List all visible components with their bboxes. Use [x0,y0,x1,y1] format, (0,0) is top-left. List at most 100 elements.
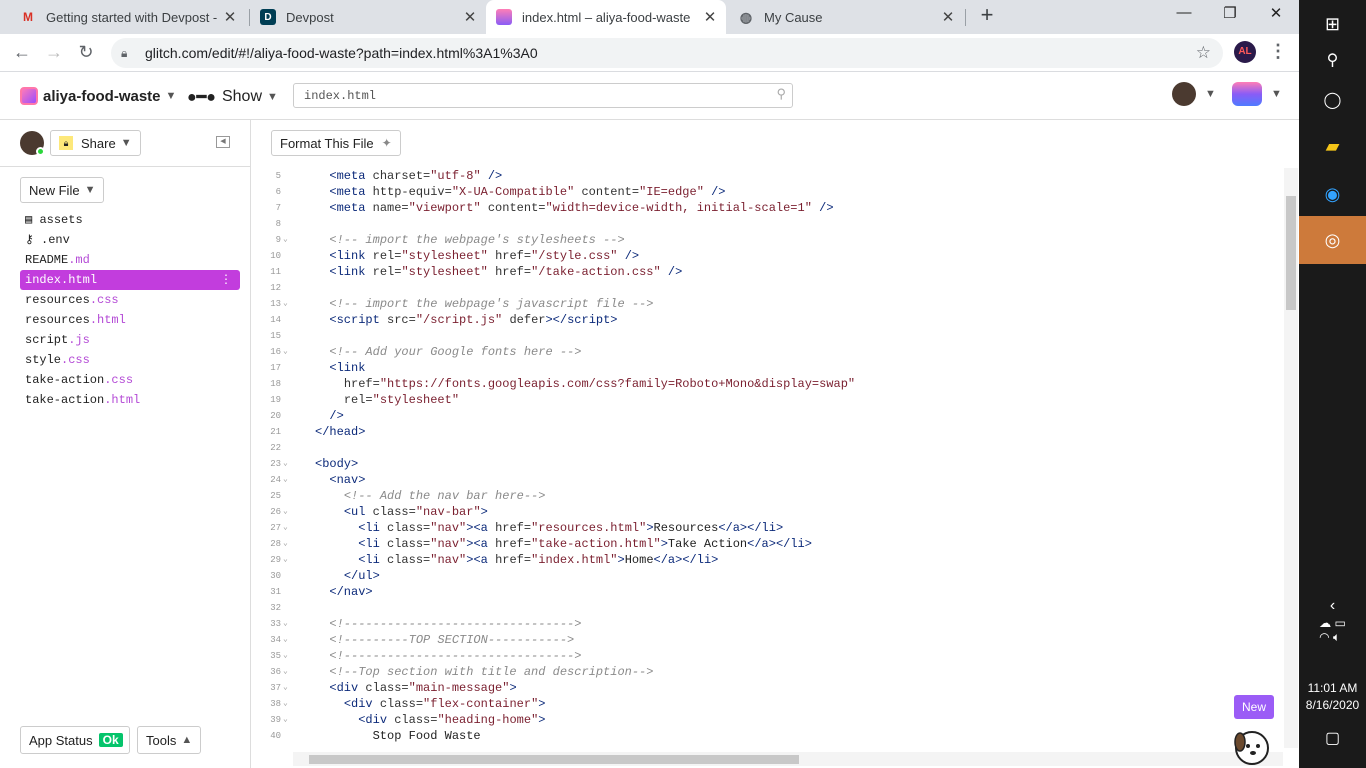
file-item-env[interactable]: ⚷ .env [20,230,240,250]
glitch-mascot-icon[interactable] [1228,722,1276,768]
browser-menu-icon[interactable]: ⋮ [1268,41,1288,62]
fold-toggle-icon[interactable]: ⌄ [283,344,288,360]
scroll-thumb[interactable] [1286,196,1296,310]
bookmark-star-icon[interactable]: ☆ [1196,43,1211,63]
scroll-thumb[interactable] [309,755,799,764]
fold-toggle-icon[interactable]: ⌄ [283,712,288,728]
code-line[interactable]: 20 /> [251,408,1281,424]
close-window-button[interactable]: ✕ [1256,4,1296,26]
code-line[interactable]: 16 ⌄ <!-- Add your Google fonts here --> [251,344,1281,360]
cortana-icon[interactable]: ◯ [1299,76,1366,124]
show-button[interactable]: ●━● Show ▼ [187,87,278,107]
horizontal-scrollbar[interactable] [293,752,1283,766]
fold-toggle-icon[interactable]: ⌄ [283,632,288,648]
code-line[interactable]: 34 ⌄ <!---------TOP SECTION-----------> [251,632,1281,648]
code-line[interactable]: 21 </head> [251,424,1281,440]
code-area[interactable]: 5 <meta charset="utf-8" /> 6 <meta http-e… [251,168,1281,752]
new-badge[interactable]: New [1234,695,1275,719]
fold-toggle-icon[interactable]: ⌄ [283,552,288,568]
code-line[interactable]: 6 <meta http-equiv="X-UA-Compatible" con… [251,184,1281,200]
code-line[interactable]: 32 [251,600,1281,616]
profile-avatar[interactable]: AL [1234,41,1256,63]
tab-glitch-editor[interactable]: index.html – aliya-food-waste ✕ [486,0,726,34]
fold-toggle-icon[interactable]: ⌄ [283,504,288,520]
code-line[interactable]: 19 rel="stylesheet" [251,392,1281,408]
collaborator-avatar[interactable] [20,131,45,156]
file-item-assets[interactable]: ▤ assets [20,210,240,230]
code-line[interactable]: 17 <link [251,360,1281,376]
forward-button[interactable]: → [42,42,66,64]
code-line[interactable]: 24 ⌄ <nav> [251,472,1281,488]
code-line[interactable]: 10 <link rel="stylesheet" href="/style.c… [251,248,1281,264]
code-line[interactable]: 18 href="https://fonts.googleapis.com/cs… [251,376,1281,392]
project-menu[interactable]: aliya-food-waste ▼ [20,87,176,105]
minimize-button[interactable]: — [1164,4,1204,26]
notification-icon[interactable]: ▢ [1299,714,1366,762]
back-button[interactable]: ← [10,42,34,64]
collapse-sidebar-icon[interactable]: ◀ [216,136,230,148]
code-line[interactable]: 14 <script src="/script.js" defer></scri… [251,312,1281,328]
code-line[interactable]: 15 [251,328,1281,344]
tab-devpost[interactable]: D Devpost ✕ [250,0,486,34]
file-item-readme[interactable]: README.md [20,250,240,270]
share-button[interactable]: 🔒︎ Share ▼ [50,130,141,156]
code-line[interactable]: 28 ⌄ <li class="nav"><a href="take-action… [251,536,1281,552]
code-line[interactable]: 35 ⌄ <!--------------------------------> [251,648,1281,664]
new-file-button[interactable]: New File ▼ [20,177,105,203]
address-bar[interactable]: 🔒︎ glitch.com/edit/#!/aliya-food-waste?p… [111,38,1223,68]
code-line[interactable]: 5 <meta charset="utf-8" /> [251,168,1281,184]
code-line[interactable]: 39 ⌄ <div class="heading-home"> [251,712,1281,728]
fold-toggle-icon[interactable]: ⌄ [283,664,288,680]
app-status-button[interactable]: App Status Ok [20,726,130,754]
new-tab-button[interactable]: + [976,4,998,27]
close-tab-icon[interactable]: ✕ [460,8,480,26]
code-line[interactable]: 11 <link rel="stylesheet" href="/take-ac… [251,264,1281,280]
tools-button[interactable]: Tools ▲ [137,726,202,754]
code-line[interactable]: 29 ⌄ <li class="nav"><a href="index.html"… [251,552,1281,568]
edge-icon[interactable]: ◉ [1299,170,1366,218]
file-item-style-css[interactable]: style.css [20,350,240,370]
code-line[interactable]: 36 ⌄ <!--Top section with title and descr… [251,664,1281,680]
code-line[interactable]: 33 ⌄ <!--------------------------------> [251,616,1281,632]
code-line[interactable]: 25 <!-- Add the nav bar here--> [251,488,1281,504]
code-line[interactable]: 38 ⌄ <div class="flex-container"> [251,696,1281,712]
file-item-take-action-html[interactable]: take-action.html [20,390,240,410]
code-line[interactable]: 8 [251,216,1281,232]
code-line[interactable]: 27 ⌄ <li class="nav"><a href="resources.h… [251,520,1281,536]
code-line[interactable]: 30 </ul> [251,568,1281,584]
chevron-down-icon[interactable]: ▼ [1271,88,1282,100]
close-tab-icon[interactable]: ✕ [700,8,720,26]
file-item-take-action-css[interactable]: take-action.css [20,370,240,390]
glitch-logo-menu[interactable] [1232,82,1262,106]
user-avatar[interactable] [1172,82,1196,106]
chevron-down-icon[interactable]: ▼ [1205,88,1216,100]
fold-toggle-icon[interactable]: ⌄ [283,472,288,488]
code-line[interactable]: 9 ⌄ <!-- import the webpage's stylesheets… [251,232,1281,248]
fold-toggle-icon[interactable]: ⌄ [283,456,288,472]
tab-gmail[interactable]: M Getting started with Devpost - pu ✕ [10,0,246,34]
fold-toggle-icon[interactable]: ⌄ [283,696,288,712]
file-explorer-icon[interactable]: ▰ [1299,122,1366,170]
file-options-icon[interactable]: ⋮ [220,270,232,290]
close-tab-icon[interactable]: ✕ [938,8,958,26]
file-item-script-js[interactable]: script.js [20,330,240,350]
code-line[interactable]: 26 ⌄ <ul class="nav-bar"> [251,504,1281,520]
file-item-index-html[interactable]: index.html ⋮ [20,270,240,290]
code-line[interactable]: 13 ⌄ <!-- import the webpage's javascript… [251,296,1281,312]
file-search-input[interactable]: index.html ⚲ [293,83,793,108]
fold-toggle-icon[interactable]: ⌄ [283,296,288,312]
code-line[interactable]: 12 [251,280,1281,296]
fold-toggle-icon[interactable]: ⌄ [283,616,288,632]
file-item-resources-css[interactable]: resources.css [20,290,240,310]
fold-toggle-icon[interactable]: ⌄ [283,680,288,696]
clock[interactable]: 11:01 AM 8/16/2020 [1299,680,1366,714]
code-line[interactable]: 40 Stop Food Waste [251,728,1281,744]
file-item-resources-html[interactable]: resources.html [20,310,240,330]
vertical-scrollbar[interactable] [1284,168,1298,748]
chrome-icon[interactable]: ◎ [1299,216,1366,264]
fold-toggle-icon[interactable]: ⌄ [283,648,288,664]
code-line[interactable]: 31 </nav> [251,584,1281,600]
code-line[interactable]: 37 ⌄ <div class="main-message"> [251,680,1281,696]
fold-toggle-icon[interactable]: ⌄ [283,520,288,536]
code-line[interactable]: 7 <meta name="viewport" content="width=d… [251,200,1281,216]
